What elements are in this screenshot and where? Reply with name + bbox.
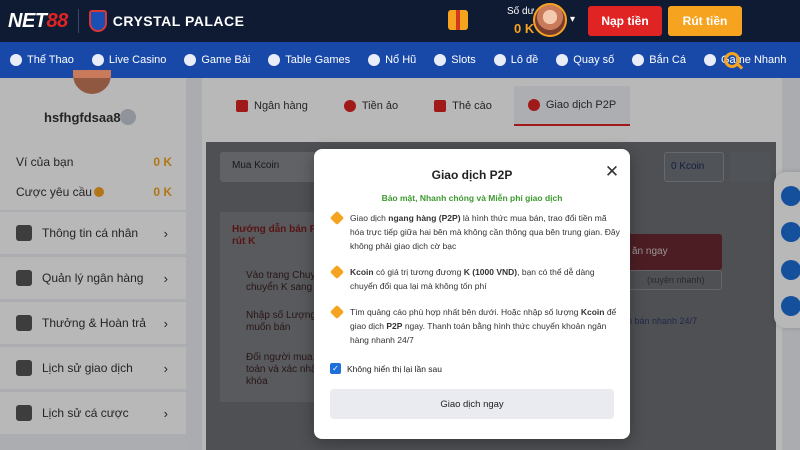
nav-item-game-bai[interactable]: Game Bài [184,54,250,66]
nav-item-the-thao[interactable]: Thể Thao [10,54,74,66]
withdraw-button[interactable]: Rút tiền [668,6,742,36]
net88-logo[interactable]: NET88 [8,10,68,33]
soccer-ball-icon [10,54,22,66]
casino-icon [91,54,104,66]
gift-icon[interactable] [448,10,468,30]
club-name: CRYSTAL PALACE [112,13,245,29]
number-draw-icon [556,54,569,66]
chevron-down-icon[interactable]: ▾ [570,14,575,25]
nav-item-game-nhanh[interactable]: Game Nhanh [703,54,786,66]
p2p-info-modal: Giao dịch P2P ✕ Bảo mật, Nhanh chóng và … [314,149,630,439]
info-bullet-2: Kcoin có giá trị tương đương K (1000 VND… [329,264,620,293]
main-nav: Thể Thao Live Casino Game Bài Table Game… [0,42,800,78]
crystal-palace-crest-icon [88,10,107,32]
modal-subtitle: Bảo mật, Nhanh chóng và Miễn phí giao dị… [381,193,563,203]
nav-item-slots[interactable]: Slots [434,54,476,66]
balance-value: 0 K [514,21,535,36]
table-icon [268,54,281,66]
header-divider [77,9,79,33]
nav-item-quay-so[interactable]: Quay số [556,54,614,66]
diamond-bullet-icon [329,264,345,280]
trade-now-button[interactable]: Giao dịch ngay [330,389,614,419]
nav-item-no-hu[interactable]: Nổ Hũ [368,54,416,66]
nav-item-lo-de[interactable]: Lô đề [493,54,538,66]
nav-item-live-casino[interactable]: Live Casino [91,54,166,66]
nav-item-ban-ca[interactable]: Bắn Cá [632,54,686,66]
nav-item-table-games[interactable]: Table Games [268,54,350,66]
close-icon[interactable]: ✕ [603,163,621,181]
modal-title: Giao dịch P2P [431,168,513,182]
info-bullet-1: Giao dịch ngang hàng (P2P) là hình thức … [329,210,620,253]
info-bullet-3: Tìm quảng cáo phù hợp nhất bên dưới. Hoặ… [329,304,620,347]
cards-icon [184,54,197,66]
avatar[interactable] [533,3,567,37]
search-icon[interactable] [724,52,740,68]
fish-icon [632,54,645,66]
jackpot-icon [368,54,381,66]
diamond-bullet-icon [329,210,345,226]
balance-label: Số dư [507,6,535,17]
dont-show-again-checkbox[interactable]: ✓ Không hiển thị lại lần sau [330,363,442,374]
slots-icon [434,54,447,66]
lottery-icon [493,54,506,66]
rocket-icon [703,54,716,66]
deposit-button[interactable]: Nạp tiền [588,6,662,36]
checkmark-icon: ✓ [330,363,341,374]
diamond-bullet-icon [329,304,345,320]
